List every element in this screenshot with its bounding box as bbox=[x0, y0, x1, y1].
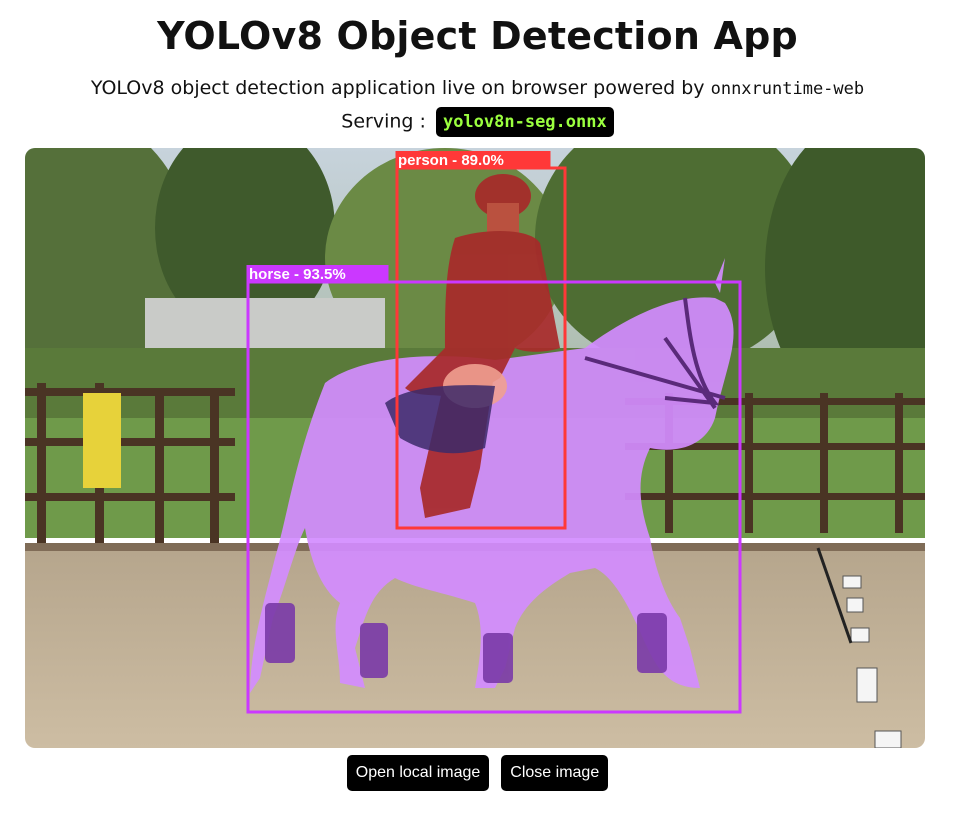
runtime-name: onnxruntime-web bbox=[710, 79, 865, 99]
scene-banner bbox=[83, 393, 121, 488]
detection-canvas: person - 89.0% horse - 93.5% bbox=[25, 148, 925, 748]
open-local-image-button[interactable]: Open local image bbox=[346, 755, 490, 791]
scene-building bbox=[145, 298, 385, 348]
app-root: YOLOv8 Object Detection App YOLOv8 objec… bbox=[0, 0, 955, 813]
page-subtitle: YOLOv8 object detection application live… bbox=[0, 77, 955, 99]
close-image-button[interactable]: Close image bbox=[501, 755, 609, 791]
subtitle-text: YOLOv8 object detection application live… bbox=[90, 77, 705, 99]
horse-label: horse - 93.5% bbox=[249, 266, 346, 283]
serving-row: Serving : yolov8n-seg.onnx bbox=[0, 107, 955, 137]
button-bar: Open local image Close image bbox=[0, 755, 955, 791]
page-title: YOLOv8 Object Detection App bbox=[157, 14, 798, 58]
serving-label: Serving : bbox=[341, 110, 426, 133]
model-badge: yolov8n-seg.onnx bbox=[435, 107, 614, 137]
detection-image: person - 89.0% horse - 93.5% bbox=[25, 148, 925, 748]
person-label: person - 89.0% bbox=[398, 152, 504, 169]
